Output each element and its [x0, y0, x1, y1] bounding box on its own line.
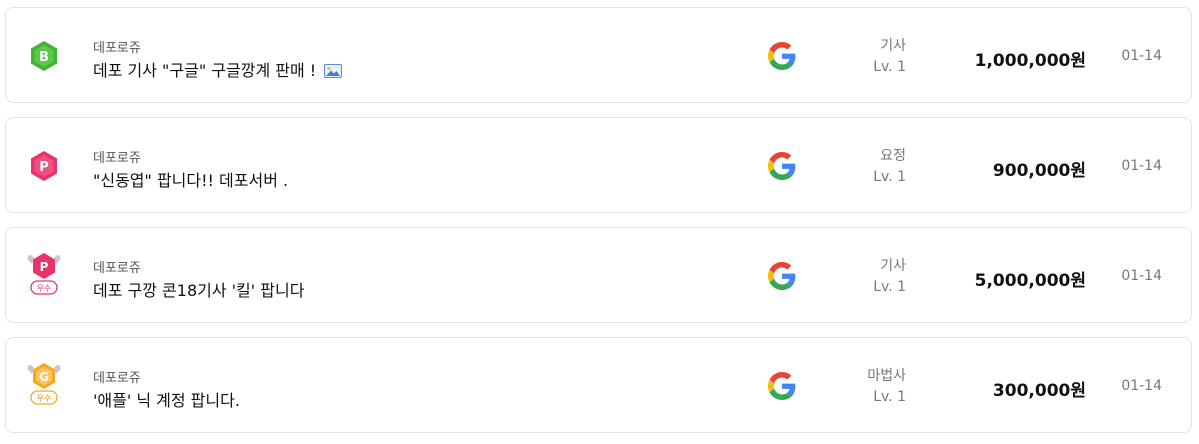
- listing-title[interactable]: '애플' 닉 계정 팝니다.: [93, 387, 240, 411]
- character-level: Lv. 1: [873, 59, 906, 75]
- character-class: 기사: [880, 258, 906, 274]
- character-class: 기사: [880, 38, 906, 54]
- badge-letter: P: [40, 260, 49, 274]
- listing-price: 5,000,000원: [974, 271, 1086, 291]
- listing-row[interactable]: B 데포로쥬 데포 기사 "구글" 구글깡계 판매 ! 기사 Lv. 1 1,0…: [5, 7, 1192, 103]
- listing-title-text: '애플' 닉 계정 팝니다.: [93, 391, 240, 410]
- server-name: 데포로쥬: [93, 371, 141, 386]
- image-attachment-icon: [324, 63, 343, 78]
- grade-p-badge-icon: P: [24, 146, 64, 186]
- character-class: 마법사: [867, 368, 906, 384]
- listing-price: 1,000,000원: [974, 51, 1086, 71]
- badge-tag: 우수: [37, 394, 52, 403]
- listing-title[interactable]: "신동엽" 팝니다!! 데포서버 .: [93, 167, 288, 191]
- listing-date: 01-14: [1121, 48, 1162, 64]
- badge-letter: B: [39, 50, 49, 65]
- google-icon: [768, 42, 796, 70]
- badge-letter: G: [39, 370, 49, 384]
- google-icon: [768, 262, 796, 290]
- listing-row[interactable]: G 우수 데포로쥬 '애플' 닉 계정 팝니다. 마법사 Lv. 1 300,0…: [5, 337, 1192, 433]
- character-class: 요정: [880, 148, 906, 164]
- grade-p-excellent-badge-icon: P 우수: [24, 250, 64, 295]
- listing-row[interactable]: P 우수 데포로쥬 데포 구깡 콘18기사 '킬' 팝니다 기사 Lv. 1 5…: [5, 227, 1192, 323]
- server-name: 데포로쥬: [93, 41, 141, 56]
- server-name: 데포로쥬: [93, 261, 141, 276]
- listing-date: 01-14: [1121, 378, 1162, 394]
- character-level: Lv. 1: [873, 279, 906, 295]
- listing-title-text: "신동엽" 팝니다!! 데포서버 .: [93, 171, 289, 190]
- listing-title[interactable]: 데포 기사 "구글" 구글깡계 판매 !: [93, 57, 343, 81]
- google-icon: [768, 372, 796, 400]
- character-level: Lv. 1: [873, 389, 906, 405]
- listing-row[interactable]: P 데포로쥬 "신동엽" 팝니다!! 데포서버 . 요정 Lv. 1 900,0…: [5, 117, 1192, 213]
- listing-list: B 데포로쥬 데포 기사 "구글" 구글깡계 판매 ! 기사 Lv. 1 1,0…: [0, 0, 1199, 444]
- listing-title-text: 데포 구깡 콘18기사 '킬' 팝니다: [93, 281, 305, 300]
- listing-title[interactable]: 데포 구깡 콘18기사 '킬' 팝니다: [93, 277, 304, 301]
- listing-price: 900,000원: [992, 161, 1086, 181]
- badge-letter: P: [39, 160, 49, 175]
- listing-date: 01-14: [1121, 268, 1162, 284]
- google-icon: [768, 152, 796, 180]
- listing-title-text: 데포 기사 "구글" 구글깡계 판매 !: [93, 61, 317, 80]
- listing-date: 01-14: [1121, 158, 1162, 174]
- character-level: Lv. 1: [873, 169, 906, 185]
- grade-b-badge-icon: B: [24, 36, 64, 76]
- server-name: 데포로쥬: [93, 151, 141, 166]
- listing-price: 300,000원: [992, 381, 1086, 401]
- grade-g-excellent-badge-icon: G 우수: [24, 360, 64, 405]
- badge-tag: 우수: [37, 284, 52, 293]
